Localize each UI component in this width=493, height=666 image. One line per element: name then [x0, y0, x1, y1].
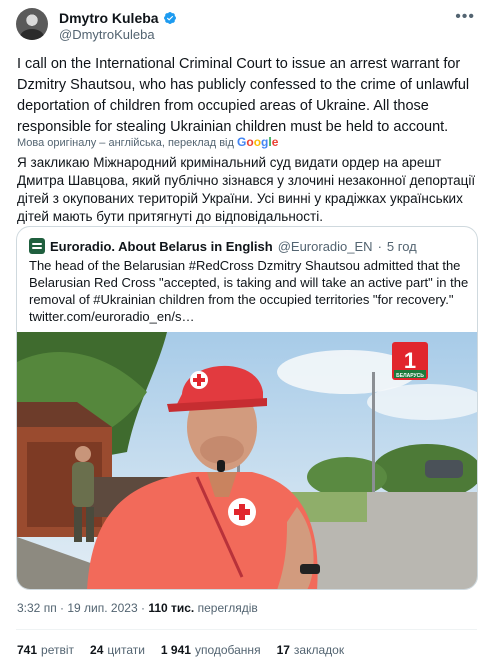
bookmarks-label: закладок: [293, 643, 345, 657]
retweets-label: ретвіт: [41, 643, 75, 657]
quoted-author-name: Euroradio. About Belarus in English: [50, 238, 273, 254]
quotes-count: 24: [90, 643, 104, 657]
divider: [16, 629, 477, 630]
quoted-tweet-image[interactable]: 1 БЕЛАРУСЬ: [17, 332, 477, 589]
views-label: переглядів: [197, 601, 258, 615]
quoted-separator: ·: [377, 238, 382, 254]
bookmarks-count: 17: [276, 643, 290, 657]
bookmarks-stat[interactable]: 17 закладок: [277, 643, 345, 657]
author-display-name[interactable]: Dmytro Kuleba: [59, 10, 159, 26]
channel-logo-caption: БЕЛАРУСЬ: [396, 373, 424, 379]
google-logo: Google: [237, 135, 279, 149]
meta-separator: ·: [60, 601, 65, 615]
quoted-tweet-card[interactable]: Euroradio. About Belarus in English @Eur…: [16, 226, 478, 590]
translation-note-text: Мова оригіналу – англійська, переклад ві…: [17, 137, 234, 149]
retweets-count: 741: [17, 643, 38, 657]
author-name-row[interactable]: Dmytro Kuleba: [59, 10, 177, 26]
author-avatar[interactable]: [16, 8, 48, 40]
retweets-stat[interactable]: 741 ретвіт: [17, 643, 74, 657]
quotes-stat[interactable]: 24 цитати: [90, 643, 145, 657]
translation-note[interactable]: Мова оригіналу – англійська, переклад ві…: [17, 135, 278, 149]
more-options-icon[interactable]: •••: [455, 8, 475, 26]
channel-logo-number: 1: [404, 348, 416, 373]
tweet-text-english: I call on the International Criminal Cou…: [17, 56, 470, 135]
likes-label: уподобання: [194, 643, 261, 657]
verified-badge-icon: [163, 12, 176, 24]
quoted-tweet-header: Euroradio. About Belarus in English @Eur…: [29, 238, 417, 254]
views-count: 110 тис.: [148, 601, 195, 615]
likes-count: 1 941: [160, 643, 191, 657]
quotes-label: цитати: [107, 643, 145, 657]
quoted-author-handle: @Euroradio_EN: [277, 238, 373, 254]
euroradio-logo-icon: [29, 238, 45, 254]
quoted-tweet-text: The head of the Belarusian #RedCross Dzm…: [29, 258, 469, 324]
tweet-meta: 3:32 пп · 19 лип. 2023 · 110 тис. перегл…: [17, 601, 258, 615]
engagement-stats: 741 ретвіт 24 цитати 1 941 уподобання 17 зак…: [17, 643, 344, 657]
tweet-text-translated: Я закликаю Міжнародний кримінальний суд …: [17, 155, 476, 224]
tweet-date[interactable]: 19 лип. 2023: [67, 601, 137, 615]
video-still-illustration: 1 БЕЛАРУСЬ: [17, 332, 477, 589]
author-handle[interactable]: @DmytroKuleba: [59, 27, 155, 42]
tweet-time[interactable]: 3:32 пп: [17, 601, 57, 615]
quoted-timestamp: 5 год: [386, 238, 417, 254]
meta-separator-2: ·: [140, 601, 145, 615]
likes-stat[interactable]: 1 941 уподобання: [161, 643, 261, 657]
